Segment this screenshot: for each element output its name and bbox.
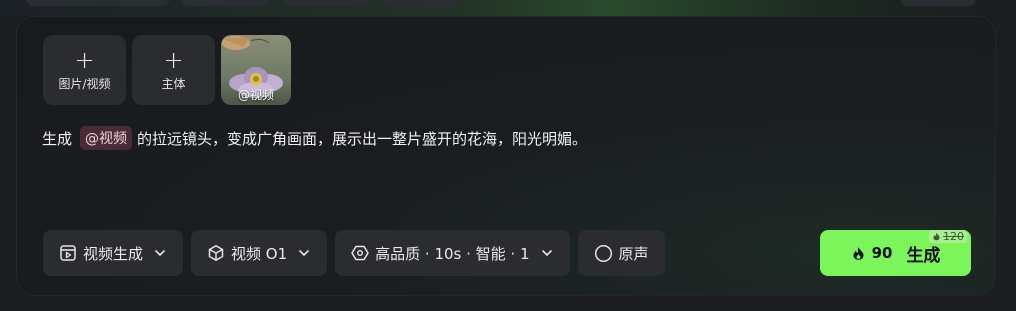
top-chip[interactable]	[282, 0, 372, 6]
model-label: 视频 O1	[231, 244, 288, 263]
plus-icon: +	[163, 45, 184, 74]
circle-icon	[594, 244, 612, 262]
prompt-suffix: 的拉远镜头，变成广角画面，展示出一整片盛开的花海，阳光明媚。	[137, 129, 588, 148]
add-media-label: 图片/视频	[58, 76, 111, 91]
generate-cost: 90	[871, 244, 893, 262]
add-media-button[interactable]: + 图片/视频	[43, 35, 126, 105]
mention-chip[interactable]: @视频	[80, 126, 133, 150]
settings-dropdown[interactable]: 高品质 · 10s · 智能 · 1	[335, 230, 570, 276]
video-clip-icon	[60, 245, 76, 261]
original-cost: 120	[943, 230, 964, 243]
mode-dropdown[interactable]: 视频生成	[43, 230, 184, 276]
original-audio-toggle[interactable]: 原声	[577, 230, 665, 276]
plus-icon: +	[74, 45, 95, 74]
mode-label: 视频生成	[83, 244, 144, 263]
generate-label: 生成	[906, 245, 941, 266]
chevron-down-icon	[299, 250, 309, 256]
flame-icon	[853, 246, 864, 260]
generate-button[interactable]: 120 90 生成	[820, 230, 971, 276]
settings-label: 高品质 · 10s · 智能 · 1	[375, 244, 530, 263]
top-chip[interactable]	[382, 0, 458, 6]
hexagon-settings-icon	[351, 245, 369, 261]
prompt-composer-panel: + 图片/视频 + 主体 @视频 生成 @视频 的拉远镜头，变成广角画面，展示出…	[16, 16, 996, 296]
attachment-row: + 图片/视频 + 主体 @视频	[43, 35, 291, 105]
prompt-prefix: 生成	[42, 129, 73, 148]
prompt-text[interactable]: 生成 @视频 的拉远镜头，变成广角画面，展示出一整片盛开的花海，阳光明媚。	[42, 126, 587, 150]
chevron-down-icon	[541, 250, 552, 256]
original-cost-badge: 120	[929, 230, 967, 243]
audio-label: 原声	[618, 244, 649, 263]
video-reference-tag: @视频	[237, 88, 274, 102]
top-chip[interactable]	[180, 0, 270, 6]
flame-icon	[933, 232, 940, 241]
cube-icon	[208, 245, 224, 261]
add-subject-label: 主体	[161, 76, 186, 91]
top-chip[interactable]	[26, 0, 170, 6]
chevron-down-icon	[155, 250, 165, 256]
add-subject-button[interactable]: + 主体	[132, 35, 215, 105]
generation-controls: 视频生成 视频 O1 高品质 · 10s · 智能 · 1 原声	[43, 230, 665, 276]
model-dropdown[interactable]: 视频 O1	[191, 230, 328, 276]
video-reference-thumbnail[interactable]: @视频	[221, 35, 291, 105]
top-chip[interactable]	[900, 0, 976, 6]
